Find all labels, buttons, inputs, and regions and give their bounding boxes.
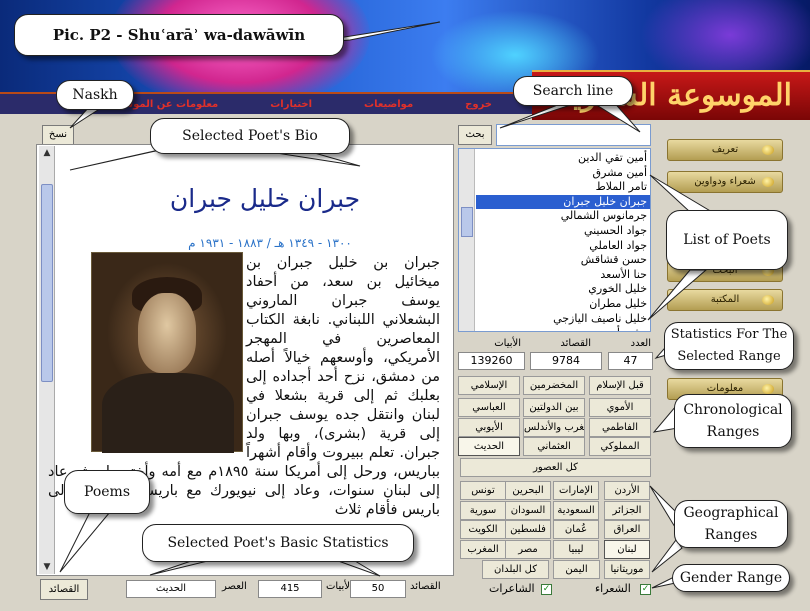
chrono-range-button[interactable]: العباسي	[458, 398, 520, 417]
female-label: الشاعرات	[489, 582, 535, 595]
poet-list[interactable]: أمين تقي الدين أمين مشرق تامر الملاط جبران …	[458, 148, 651, 332]
male-label: الشعراء	[595, 582, 631, 595]
poet-dates: ١٣٠٠ - ١٣٤٩ هـ / ١٨٨٣ - ١٩٣١ م	[188, 236, 352, 250]
poet-list-item[interactable]: جواد الحسيني	[476, 224, 650, 239]
stat-count-label: العدد	[630, 338, 651, 349]
poet-list-item[interactable]: حنا الأسعد	[476, 268, 650, 283]
side-nav-label: معلومات	[706, 383, 744, 394]
geo-range-button[interactable]: الأردن	[604, 481, 650, 500]
chrono-range-button[interactable]: الإسلامي	[458, 376, 520, 395]
naskh-button[interactable]: نسخ	[42, 125, 74, 145]
search-input[interactable]	[496, 124, 651, 146]
poet-list-item[interactable]: أمين تقي الدين	[476, 151, 650, 166]
menu-topics[interactable]: مواضيعات	[338, 99, 439, 110]
callout-basic-stats: Selected Poet's Basic Statistics	[142, 524, 414, 562]
callout-search: Search line	[513, 76, 633, 106]
poet-list-item[interactable]: خليل ناصيف اليازجي	[476, 312, 650, 327]
stat-verses-label: الأبيات	[494, 338, 521, 349]
app-window: الموسوعة الشعرية خروج مواضيعات اختيارات …	[0, 0, 810, 611]
geo-range-button[interactable]: الجزائر	[604, 501, 650, 520]
geo-range-button[interactable]: موريتانيا	[604, 560, 650, 579]
era-label: العصر	[222, 581, 247, 592]
geo-range-button[interactable]: ليبيا	[553, 540, 599, 559]
range-stats-labels: العدد القصائد الأبيات	[458, 338, 653, 352]
geo-range-button[interactable]: الإمارات	[553, 481, 599, 500]
geo-range-button[interactable]: السعودية	[553, 501, 599, 520]
poet-portrait	[91, 252, 243, 453]
female-checkbox[interactable]: ✓	[541, 584, 552, 595]
chrono-range-button[interactable]: قبل الإسلام	[589, 376, 651, 395]
geo-range-button[interactable]: مصر	[505, 540, 551, 559]
search-button[interactable]: بحث	[458, 125, 492, 145]
chrono-range-button[interactable]: الحديث	[458, 437, 520, 456]
chrono-range-button[interactable]: المملوكي	[589, 437, 651, 456]
geo-range-button[interactable]: البحرين	[505, 481, 551, 500]
callout-geo: Geographical Ranges	[674, 500, 788, 548]
poet-list-item[interactable]: رشيد أيوب	[476, 326, 650, 331]
menu-exit[interactable]: خروج	[439, 99, 518, 110]
callout-naskh: Naskh	[56, 80, 134, 110]
poet-list-item[interactable]: خليل مطران	[476, 297, 650, 312]
stat-poems-label: القصائد	[560, 338, 591, 349]
side-nav-button[interactable]: المكتبة	[667, 289, 783, 311]
geo-range-button[interactable]: سورية	[460, 501, 506, 520]
nav-bullet-icon	[762, 145, 774, 155]
geo-range-button[interactable]: السودان	[505, 501, 551, 520]
callout-list: List of Poets	[666, 210, 788, 270]
poems-label: القصائد	[410, 581, 441, 592]
side-nav-label: المكتبة	[710, 294, 740, 305]
nav-bullet-icon	[762, 384, 774, 394]
stat-poems-value: 9784	[530, 352, 602, 370]
side-nav-label: تعريف	[711, 144, 739, 155]
verses-value: 415	[258, 580, 322, 598]
geo-range-button[interactable]: المغرب	[460, 540, 506, 559]
geo-range-button[interactable]: الكويت	[460, 520, 506, 539]
menu-options[interactable]: اختيارات	[244, 99, 338, 110]
poet-name-title: جبران خليل جبران	[169, 184, 361, 213]
poet-list-item[interactable]: جواد العاملي	[476, 239, 650, 254]
chrono-range-button[interactable]: المغرب والأندلس	[523, 418, 585, 437]
callout-chrono: Chronological Ranges	[674, 394, 792, 448]
chrono-range-button[interactable]: المخضرمين	[523, 376, 585, 395]
callout-bio: Selected Poet's Bio	[150, 118, 350, 154]
poet-list-scrollbar[interactable]	[459, 149, 475, 331]
poet-list-item[interactable]: جرمانوس الشمالي	[476, 209, 650, 224]
geo-range-button[interactable]: تونس	[460, 481, 506, 500]
male-checkbox[interactable]: ✓	[640, 584, 651, 595]
poet-list-item[interactable]: جبران خليل جبران	[476, 194, 650, 210]
geo-range-button[interactable]: كل البلدان	[482, 560, 549, 579]
chrono-range-button[interactable]: الفاطمي	[589, 418, 651, 437]
geo-range-button[interactable]: لبنان	[604, 540, 650, 559]
poet-list-item[interactable]: تامر الملاط	[476, 180, 650, 195]
side-nav-button[interactable]: شعراء ودواوين	[667, 171, 783, 193]
poet-list-item[interactable]: خليل الخوري	[476, 282, 650, 297]
nav-bullet-icon	[762, 177, 774, 187]
side-nav-button[interactable]: تعريف	[667, 139, 783, 161]
side-nav-label: شعراء ودواوين	[694, 176, 756, 187]
stat-verses-value: 139260	[458, 352, 525, 370]
callout-stats: Statistics For The Selected Range	[664, 322, 794, 370]
poet-list-item[interactable]: حسن قشاقش	[476, 253, 650, 268]
nav-bullet-icon	[762, 295, 774, 305]
poet-list-item[interactable]: أمين مشرق	[476, 166, 650, 181]
era-value: الحديث	[126, 580, 216, 598]
geo-range-button[interactable]: اليمن	[553, 560, 600, 579]
geo-range-button[interactable]: عُمان	[553, 520, 599, 539]
callout-title: Pic. P2 - Shuʿarāʾ wa-dawāwīn	[14, 14, 344, 56]
chrono-range-button[interactable]: الأيوبي	[458, 418, 520, 437]
callout-poems: Poems	[64, 470, 150, 514]
chrono-range-button[interactable]: الأموي	[589, 398, 651, 417]
chrono-range-button[interactable]: العثماني	[523, 437, 585, 456]
geo-range-button[interactable]: فلسطين	[505, 520, 551, 539]
poems-button[interactable]: القصائد	[40, 579, 88, 600]
geo-range-button[interactable]: العراق	[604, 520, 650, 539]
verses-label: الأبيات	[326, 581, 353, 592]
chrono-range-button[interactable]: بين الدولتين	[523, 398, 585, 417]
chrono-range-button[interactable]: كل العصور	[460, 458, 651, 477]
scroll-up-icon[interactable]: ▲	[39, 146, 55, 160]
poems-value: 50	[350, 580, 406, 598]
callout-gender: Gender Range	[672, 564, 790, 592]
stat-count-value: 47	[608, 352, 653, 370]
